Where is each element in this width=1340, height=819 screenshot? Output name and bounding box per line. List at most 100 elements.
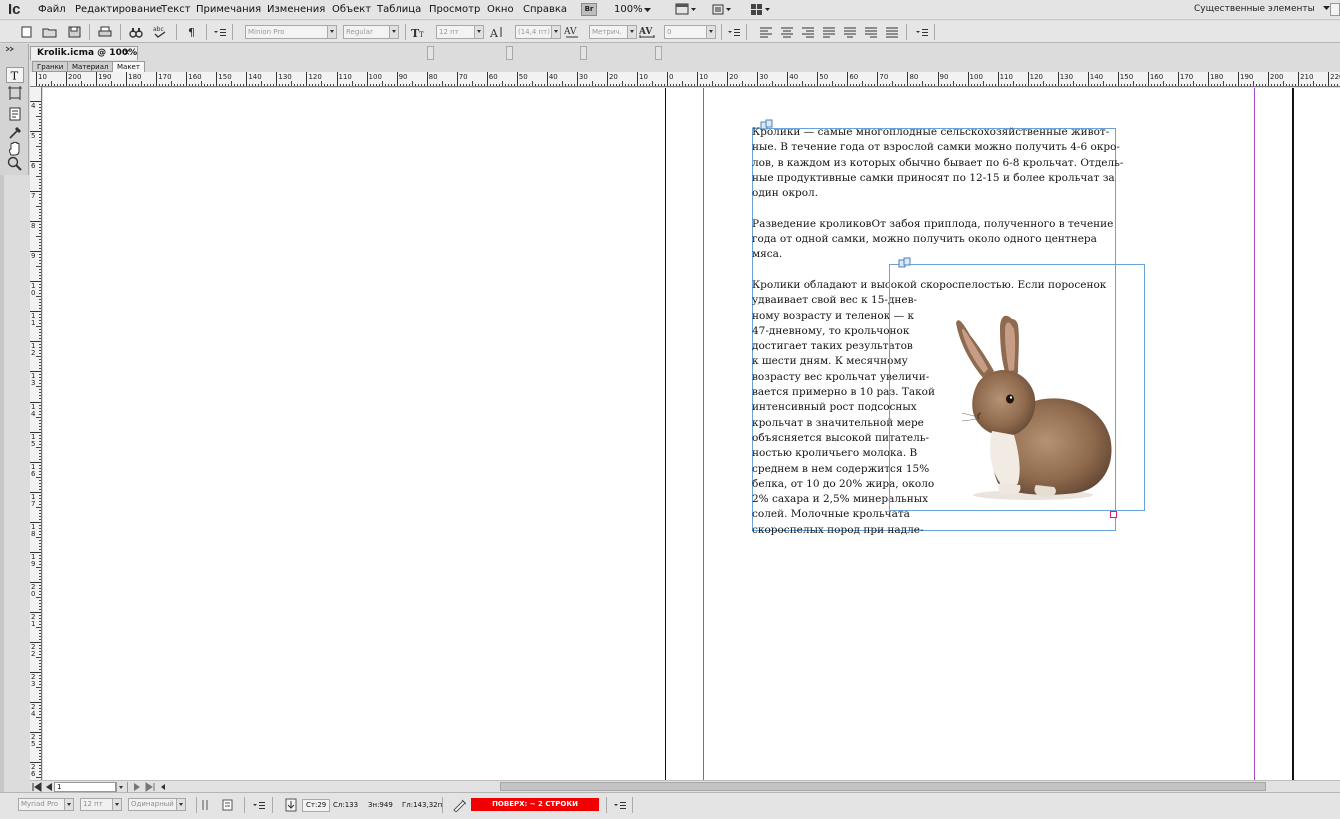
menu-table[interactable]: Таблица xyxy=(377,3,421,16)
justify-right-icon[interactable] xyxy=(863,25,879,39)
panel-menu-icon[interactable] xyxy=(914,25,930,39)
ruler-minor-tick xyxy=(39,659,41,661)
jump-to-line-icon[interactable] xyxy=(285,798,297,812)
status-mode-field[interactable]: Одинарный xyxy=(128,798,186,811)
last-page-icon[interactable] xyxy=(143,782,157,792)
vertical-ruler[interactable]: 4 5 6 7 8 9 10 11 12 13 14 15 16 17 18 19 20 21 22 23 24 25 26 xyxy=(30,87,42,780)
ruler-minor-tick xyxy=(342,84,344,86)
control-bar: abc ¶ Minion Pro Regular TT 12 пт A (14,… xyxy=(0,21,1340,60)
eyedropper-tool-icon[interactable] xyxy=(6,124,24,140)
next-page-icon[interactable] xyxy=(132,782,142,792)
align-left-icon[interactable] xyxy=(758,25,774,39)
open-folder-icon[interactable] xyxy=(42,25,58,39)
new-document-icon[interactable] xyxy=(19,25,35,39)
frame-tool-icon[interactable] xyxy=(6,85,24,101)
ruler-minor-tick xyxy=(213,84,215,86)
panel-menu-icon[interactable] xyxy=(612,799,628,811)
tab-layout[interactable]: Макет xyxy=(112,61,145,72)
overset-marker[interactable] xyxy=(1110,511,1117,518)
note-tool-icon[interactable] xyxy=(6,106,24,122)
ruler-minor-tick xyxy=(39,209,41,211)
horizontal-ruler[interactable]: 10 200 190 180 170 160 150 140 130 120 110 100 90 80 7… xyxy=(30,72,1340,87)
scrollbar-thumb[interactable] xyxy=(500,782,1266,791)
menu-view[interactable]: Просмотр xyxy=(429,3,480,16)
copyfit-icon[interactable] xyxy=(452,798,466,812)
horizontal-scrollbar[interactable]: 1 xyxy=(30,780,1340,792)
scroll-left-icon[interactable] xyxy=(158,782,168,792)
tracking-field[interactable]: 0 xyxy=(664,25,716,39)
tab-galley[interactable]: Гранки xyxy=(32,61,69,72)
close-icon[interactable]: × xyxy=(123,47,131,60)
kerning-field[interactable]: Метрич. xyxy=(589,25,637,39)
line-spacing-icon[interactable] xyxy=(201,799,211,811)
justify-center-icon[interactable] xyxy=(842,25,858,39)
search-field[interactable] xyxy=(1330,3,1340,16)
menu-help[interactable]: Справка xyxy=(523,3,567,16)
ruler-minor-tick xyxy=(519,84,521,86)
panel-menu-icon[interactable] xyxy=(726,25,742,39)
bridge-button[interactable]: Br xyxy=(581,3,597,16)
font-size-stepper[interactable] xyxy=(427,46,434,60)
collapse-panel-icon[interactable] xyxy=(4,46,24,52)
hand-tool-icon[interactable] xyxy=(6,141,24,157)
menu-changes[interactable]: Изменения xyxy=(267,3,325,16)
menu-window[interactable]: Окно xyxy=(487,3,514,16)
align-center-icon[interactable] xyxy=(779,25,795,39)
status-font-field[interactable]: Myriad Pro xyxy=(18,798,74,811)
separator xyxy=(89,24,90,40)
justify-left-icon[interactable] xyxy=(821,25,837,39)
font-family-field[interactable]: Minion Pro xyxy=(245,25,337,39)
panel-menu-icon[interactable] xyxy=(212,25,228,39)
svg-text:abc: abc xyxy=(153,26,164,33)
leading-stepper[interactable] xyxy=(506,46,513,60)
menu-notes[interactable]: Примечания xyxy=(196,3,261,16)
ruler-label: 13 xyxy=(31,372,36,388)
align-right-icon[interactable] xyxy=(800,25,816,39)
save-icon[interactable] xyxy=(67,25,83,39)
ruler-minor-tick xyxy=(225,84,227,86)
type-tool-icon[interactable]: T xyxy=(6,67,24,83)
workspace-switcher[interactable]: Существенные элементы xyxy=(1194,4,1330,14)
menu-object[interactable]: Объект xyxy=(332,3,371,16)
ruler-minor-tick xyxy=(39,629,41,631)
ruler-minor-tick xyxy=(39,680,41,682)
justify-all-icon[interactable] xyxy=(884,25,900,39)
menu-text[interactable]: Текст xyxy=(161,3,191,16)
zoom-select[interactable]: 100% xyxy=(610,3,656,17)
anchor-icon[interactable] xyxy=(897,257,913,269)
view-options-icon[interactable] xyxy=(675,3,697,16)
spellcheck-icon[interactable]: abc xyxy=(152,25,168,39)
tab-story[interactable]: Материал xyxy=(67,61,114,72)
page-number-field[interactable]: 1 xyxy=(54,782,116,792)
show-hidden-characters-icon[interactable]: ¶ xyxy=(184,25,200,39)
leading-field[interactable]: (14,4 пт) xyxy=(515,25,561,39)
menu-file[interactable]: Файл xyxy=(38,3,66,16)
kerning-icon: AV xyxy=(564,27,578,38)
first-page-icon[interactable] xyxy=(30,782,44,792)
menu-edit[interactable]: Редактирование xyxy=(75,3,162,16)
panel-menu-icon[interactable] xyxy=(251,799,267,811)
ruler-minor-tick xyxy=(814,84,816,86)
page-dropdown[interactable] xyxy=(116,782,128,792)
overset-badge: ПОВЕРХ: ~ 2 СТРОКИ xyxy=(471,798,599,811)
print-icon[interactable] xyxy=(97,25,113,39)
find-binoculars-icon[interactable] xyxy=(128,25,144,39)
tracking-stepper[interactable] xyxy=(655,46,662,60)
document-tab[interactable]: Krolik.icma @ 100% × xyxy=(30,46,138,60)
ruler-minor-tick xyxy=(498,84,500,86)
zoom-tool-icon[interactable] xyxy=(6,156,24,172)
previous-page-icon[interactable] xyxy=(44,782,54,792)
ruler-minor-tick xyxy=(540,84,542,86)
ruler-tick xyxy=(306,72,308,86)
ruler-minor-tick xyxy=(1000,84,1002,86)
arrange-documents-icon[interactable] xyxy=(750,3,772,16)
layout-canvas[interactable]: Кролики — самые многоплодные сельскохозя… xyxy=(43,88,1340,780)
screen-mode-icon[interactable] xyxy=(711,3,733,16)
kerning-stepper[interactable] xyxy=(580,46,587,60)
ruler-minor-tick xyxy=(504,84,506,86)
status-size-field[interactable]: 12 пт xyxy=(80,798,122,811)
font-style-field[interactable]: Regular xyxy=(343,25,399,39)
ruler-minor-tick xyxy=(901,84,903,86)
font-size-field[interactable]: 12 пт xyxy=(436,25,484,39)
track-changes-icon[interactable] xyxy=(222,799,234,811)
